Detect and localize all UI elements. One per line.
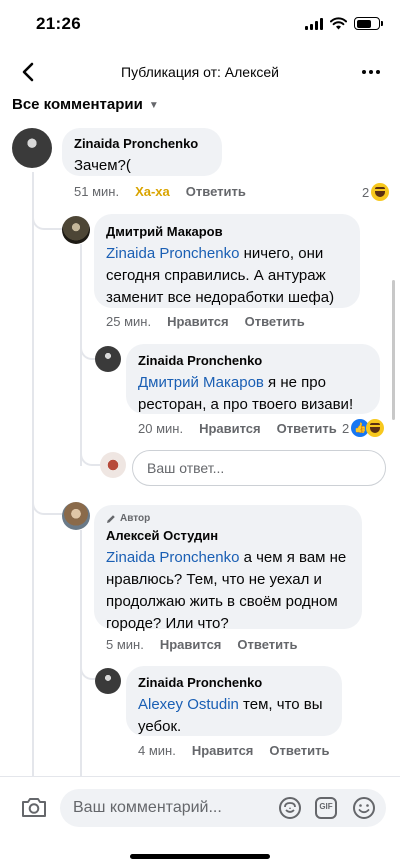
my-avatar [100, 452, 126, 478]
camera-button[interactable] [20, 795, 48, 819]
mention-link[interactable]: Zinaida Pronchenko [106, 245, 239, 262]
author-badge-label: Автор [120, 513, 151, 524]
avatar-sticker-button[interactable] [278, 796, 302, 820]
comment-actions: 5 мин. Нравится Ответить [106, 637, 313, 652]
gif-label: GIF [319, 802, 333, 811]
comment-actions: 51 мин. Ха-ха Ответить [74, 184, 262, 199]
comment-actions: 4 мин. Нравится Ответить [138, 743, 345, 758]
header: Публикация от: Алексей [0, 52, 400, 92]
pencil-icon [107, 515, 115, 523]
author-badge: Автор [106, 513, 350, 525]
like-button[interactable]: Нравится [199, 421, 261, 436]
comment-author[interactable]: Дмитрий Макаров [106, 223, 348, 240]
thread-connector [80, 650, 95, 680]
status-icons [305, 17, 383, 30]
comment-input[interactable]: Ваш комментарий... GIF [60, 789, 386, 827]
reply-button[interactable]: Ответить [277, 421, 337, 436]
comment-actions: 25 мин. Нравится Ответить [106, 314, 321, 329]
comment-author[interactable]: Zinaida Pronchenko [138, 674, 330, 691]
comment-composer: Ваш комментарий... GIF [0, 776, 400, 867]
cellular-signal-icon [305, 17, 323, 30]
gif-button[interactable]: GIF [314, 796, 338, 820]
reaction-summary[interactable]: 2 [362, 183, 390, 201]
chevron-down-icon: ▼ [148, 100, 159, 111]
status-time: 21:26 [36, 14, 81, 33]
comment-bubble: Zinaida Pronchenko Зачем?( [62, 128, 222, 176]
haha-emoji-icon [371, 183, 390, 201]
avatar[interactable] [62, 502, 90, 530]
emoji-button[interactable] [352, 796, 376, 820]
comment-text: Дмитрий Макаров я не про ресторан, а про… [138, 372, 368, 416]
comment-input-placeholder: Ваш комментарий... [73, 799, 222, 816]
reply-input[interactable]: Ваш ответ... [132, 450, 386, 486]
wifi-icon [330, 17, 347, 30]
comment-bubble: Zinaida Pronchenko Дмитрий Макаров я не … [126, 344, 380, 414]
comment-text: Alexey Ostudin тем, что вы уебок. [138, 694, 330, 738]
thread-connector [80, 330, 95, 360]
battery-fill [356, 19, 372, 28]
reply-button[interactable]: Ответить [186, 184, 246, 199]
reply-button[interactable]: Ответить [269, 743, 329, 758]
thread-connector [32, 470, 62, 515]
avatar[interactable] [62, 216, 90, 244]
comment-time: 51 мин. [74, 184, 120, 199]
mention-link[interactable]: Alexey Ostudin [138, 696, 239, 713]
comment-time: 5 мин. [106, 637, 144, 652]
thread-connector [80, 436, 100, 466]
page-title: Публикация от: Алексей [121, 64, 279, 80]
comment-text: Zinaida Pronchenko а чем я вам не нравлю… [106, 547, 350, 635]
comment-time: 25 мин. [106, 314, 152, 329]
comment-author[interactable]: Zinaida Pronchenko [138, 352, 368, 369]
reaction-count: 2 [342, 420, 350, 436]
comment-text: Zinaida Pronchenko ничего, они сегодня с… [106, 243, 348, 309]
comment-text: Зачем?( [74, 157, 131, 174]
comment-bubble: Zinaida Pronchenko Alexey Ostudin тем, ч… [126, 666, 342, 736]
thread-connector [32, 200, 62, 230]
battery-icon [354, 17, 383, 30]
avatar[interactable] [95, 346, 121, 372]
more-options-button[interactable] [356, 58, 386, 86]
reply-button[interactable]: Ответить [237, 637, 297, 652]
mention-link[interactable]: Zinaida Pronchenko [106, 549, 239, 566]
comment-bubble: Дмитрий Макаров Zinaida Pronchenko ничег… [94, 214, 360, 308]
avatar[interactable] [12, 128, 52, 168]
reply-input-placeholder: Ваш ответ... [147, 460, 225, 476]
emoji-smile-icon [353, 797, 375, 819]
reaction-count: 2 [362, 184, 370, 200]
comment-author[interactable]: Алексей Остудин [106, 527, 350, 544]
more-dot [362, 70, 366, 74]
like-button[interactable]: Нравится [192, 743, 254, 758]
home-indicator [130, 854, 270, 859]
comments-filter-dropdown[interactable]: Все комментарии ▼ [12, 96, 159, 113]
comment-author[interactable]: Zinaida Pronchenko [74, 135, 210, 152]
camera-icon [22, 798, 46, 817]
mention-link[interactable]: Дмитрий Макаров [138, 374, 264, 391]
avatar-sticker-icon [279, 797, 301, 819]
avatar[interactable] [95, 668, 121, 694]
like-button[interactable]: Нравится [160, 637, 222, 652]
status-bar: 21:26 [0, 0, 400, 48]
like-button[interactable]: Нравится [167, 314, 229, 329]
haha-emoji-icon [366, 419, 385, 437]
comment-actions: 20 мин. Нравится Ответить [138, 421, 353, 436]
scrollbar[interactable] [392, 280, 395, 420]
reply-button[interactable]: Ответить [245, 314, 305, 329]
more-dot [376, 70, 380, 74]
reaction-summary[interactable]: 2 👍 [342, 419, 385, 437]
comment-bubble: Автор Алексей Остудин Zinaida Pronchenko… [94, 505, 362, 632]
more-dot [369, 70, 373, 74]
reaction-button[interactable]: Ха-ха [135, 184, 170, 199]
comment-time: 20 мин. [138, 421, 184, 436]
filter-label: Все комментарии [12, 96, 143, 113]
comment-time: 4 мин. [138, 743, 176, 758]
